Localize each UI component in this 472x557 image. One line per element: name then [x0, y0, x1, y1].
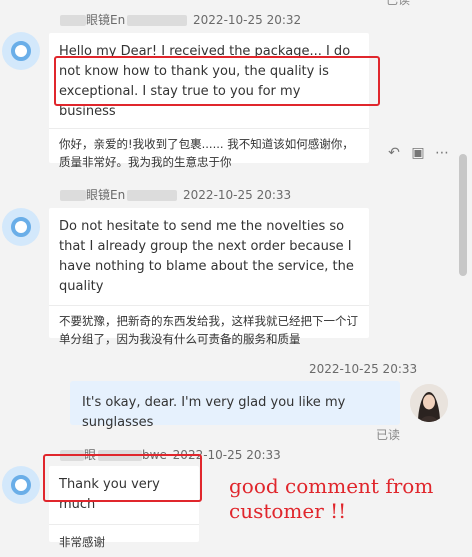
message-actions: ↶ ▣ ⋯ [386, 145, 450, 161]
customer-avatar[interactable] [2, 32, 40, 70]
message-time: 2022-10-25 20:33 [183, 188, 292, 202]
highlight-box [54, 56, 380, 106]
reply-icon[interactable]: ↶ [386, 145, 402, 161]
my-avatar[interactable] [410, 384, 448, 422]
annotation-text: good comment from customer !! [229, 474, 434, 523]
redacted-name [60, 190, 86, 201]
profile-photo-icon [410, 384, 448, 422]
message-time: 2022-10-25 20:33 [309, 362, 418, 376]
highlight-box [43, 454, 202, 502]
more-icon[interactable]: ⋯ [434, 145, 450, 161]
customer-avatar[interactable] [2, 466, 40, 504]
read-status: 已读 [376, 428, 401, 442]
message-sender-time: 眼镜En 2022-10-25 20:33 [60, 186, 291, 203]
message-sender-time: 眼镜En 2022-10-25 20:32 [60, 11, 301, 28]
redacted-name [127, 15, 188, 26]
avatar-icon [11, 475, 31, 495]
message-translation: 非常感谢 [49, 524, 199, 557]
redacted-name [60, 15, 86, 26]
avatar-icon [11, 41, 31, 61]
message-translation: 你好，亲爱的!我收到了包裹...... 我不知道该如何感谢你，质量非常好。我为我… [49, 128, 369, 177]
message-translation: 不要犹豫，把新奇的东西发给我，这样我就已经把下一个订单分组了，因为我没有什么可责… [49, 305, 369, 354]
redacted-name [127, 190, 178, 201]
avatar-icon [11, 217, 31, 237]
message-bubble[interactable]: Do not hesitate to send me the novelties… [49, 208, 369, 346]
my-message-bubble[interactable]: It's okay, dear. I'm very glad you like … [70, 381, 400, 430]
message-time: 2022-10-25 20:32 [193, 13, 302, 27]
customer-avatar[interactable] [2, 208, 40, 246]
message-text: Do not hesitate to send me the novelties… [59, 219, 354, 294]
read-status: 已读 [386, 0, 411, 7]
scrollbar-thumb[interactable] [459, 154, 467, 276]
translate-icon[interactable]: ▣ [410, 145, 426, 161]
